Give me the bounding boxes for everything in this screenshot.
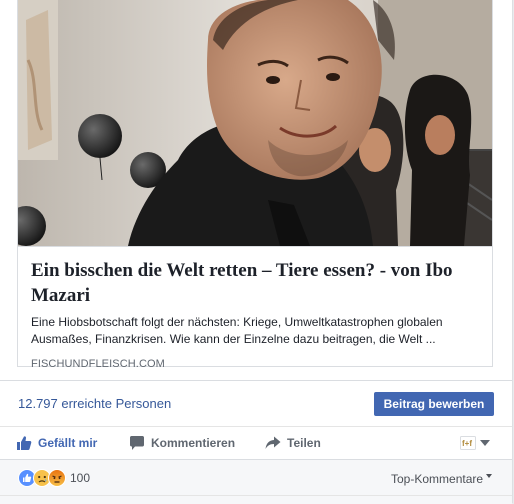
thumbs-up-icon [17,436,32,450]
reached-people-link[interactable]: 12.797 erreichte Personen [18,396,171,411]
reaction-icons[interactable] [18,469,66,487]
reaction-count[interactable]: 100 [70,471,90,485]
chevron-down-icon [480,440,490,446]
link-title[interactable]: Ein bisschen die Welt retten – Tiere ess… [31,258,480,308]
post-card: Ein bisschen die Welt retten – Tiere ess… [0,0,513,504]
svg-text:f+f: f+f [462,439,472,448]
angry-icon [48,469,66,487]
page-profile-icon: f+f [460,436,476,450]
link-preview-image[interactable] [18,0,492,246]
post-as-selector[interactable]: f+f [460,436,490,450]
like-label: Gefällt mir [38,436,98,450]
share-button[interactable]: Teilen [265,427,321,459]
caret-down-icon [486,474,493,478]
comment-label: Kommentieren [151,436,236,450]
comment-sort-label: Top-Kommentare [391,472,484,486]
comment-sort-selector[interactable]: Top-Kommentare [391,472,493,486]
link-description: Eine Hiobsbotschaft folgt der nächsten: … [31,315,443,346]
post-insights-bar: 12.797 erreichte Personen Beitrag bewerb… [0,380,512,427]
like-button[interactable]: Gefällt mir [16,427,97,459]
comment-button[interactable]: Kommentieren [129,427,235,459]
link-preview-text[interactable]: Ein bisschen die Welt retten – Tiere ess… [18,246,492,370]
share-arrow-icon [265,436,281,449]
promote-post-button[interactable]: Beitrag bewerben [374,392,494,416]
link-domain: FISCHUNDFLEISCH.COM [31,358,165,370]
link-preview-card[interactable]: Ein bisschen die Welt retten – Tiere ess… [17,0,493,370]
reactions-bar: 100 Top-Kommentare [0,459,512,495]
share-label: Teilen [287,436,321,450]
post-action-bar: Gefällt mir Kommentieren Teilen f+f [0,427,512,459]
comment-icon [130,436,144,450]
photo-illustration [18,0,492,246]
